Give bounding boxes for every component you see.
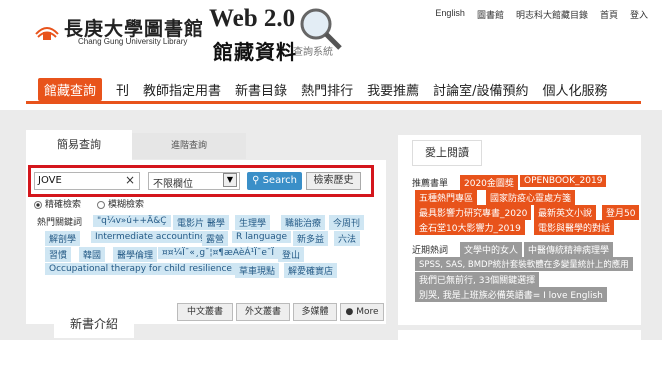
hot-tag[interactable]: 解愛確實店 — [284, 263, 338, 278]
chevron-down-icon[interactable]: ▼ — [223, 173, 237, 187]
recent-tag[interactable]: 中醫傳統精神病理學 — [524, 242, 614, 257]
hot-tag[interactable]: ¤¤¼Ï¯«¸g¯¦¤¶æAèÁ¹Ï¯e¯Ï — [158, 247, 279, 259]
recommend-tag[interactable]: 五種熱門專區 — [415, 190, 478, 205]
link-library[interactable]: 圖書館 — [477, 8, 504, 21]
hot-tag[interactable]: 習慣 — [45, 247, 72, 262]
search-icon: ⚲ — [252, 175, 260, 186]
link-mingchi-catalog[interactable]: 明志科大館藏目錄 — [516, 8, 588, 21]
reading-panel-bottom — [398, 330, 641, 342]
more-button[interactable]: ● More — [340, 303, 384, 321]
hot-tag[interactable]: Occupational therapy for children — [45, 263, 205, 275]
radio-on-icon — [34, 200, 42, 209]
recent-tag[interactable]: SPSS, SAS, BMDP統計套裝軟體在多變量統計上的應用 — [415, 257, 633, 271]
hot-tag[interactable]: 電影片 醫學 — [173, 215, 229, 230]
link-english[interactable]: English — [435, 8, 465, 21]
nav-item-new-books[interactable]: 新書目錄 — [235, 80, 287, 99]
link-home[interactable]: 首頁 — [600, 8, 618, 21]
chinese-books-button[interactable]: 中文叢書 — [177, 303, 233, 321]
hot-tag[interactable]: 解剖學 — [45, 231, 81, 246]
recent-tag[interactable]: 我們已無前行, 33個關鍵選擇 — [415, 272, 540, 287]
recent-tags: 文學中的女人 中醫傳統精神病理學 SPSS, SAS, BMDP統計套裝軟體在多… — [412, 242, 642, 304]
radio-off-icon — [97, 200, 106, 209]
hot-tag[interactable]: 草車現點 — [235, 263, 280, 278]
history-button[interactable]: 檢索歷史 — [306, 172, 361, 190]
magnifier-icon — [300, 8, 342, 50]
nav-item-catalog[interactable]: 館藏查詢 — [38, 78, 103, 101]
hot-tag[interactable]: 新多益 — [293, 231, 329, 246]
recommend-tags: 2020金圖獎 OPENBOOK_2019 五種熱門專區 國家防疫心靈處方箋 最… — [412, 175, 642, 235]
link-login[interactable]: 登入 — [630, 8, 648, 21]
recommend-tag[interactable]: OPENBOOK_2019 — [520, 175, 607, 187]
reading-title[interactable]: 愛上閱讀 — [412, 140, 482, 166]
recommend-tag[interactable]: 國家防疫心靈處方箋 — [486, 190, 576, 205]
multimedia-button[interactable]: 多媒體 — [293, 303, 337, 321]
search-button[interactable]: ⚲ Search — [247, 172, 302, 190]
web2-title: Web 2.0 — [209, 5, 296, 32]
hot-tag[interactable]: 今周刊 — [329, 215, 365, 230]
more-label: More — [356, 307, 379, 317]
nav-item-room-booking[interactable]: 討論室/設備預約 — [433, 80, 528, 99]
hot-tag[interactable]: R language — [232, 231, 292, 243]
clear-icon[interactable]: × — [125, 173, 135, 187]
hot-tag[interactable]: 登山 — [278, 247, 305, 262]
nav-item-recommend[interactable]: 我要推薦 — [367, 80, 419, 99]
library-subtitle: Chang Gung University Library — [78, 37, 188, 46]
hot-tag[interactable]: "q¼v»ú++Ä&Ç — [93, 215, 171, 227]
nav-item-popular[interactable]: 熱門排行 — [301, 80, 353, 99]
recommend-tag[interactable]: 最具影響力研究專書_2020 — [415, 205, 532, 220]
nav-item-course-reserves[interactable]: 教師指定用書 — [143, 80, 221, 99]
hot-tag[interactable]: 職能治療 — [281, 215, 326, 230]
tab-simple-search[interactable]: 簡易查詢 — [26, 130, 132, 160]
hot-tag[interactable]: 生理學 — [235, 215, 271, 230]
radio-fuzzy[interactable]: 模糊檢索 — [97, 197, 144, 210]
hot-tag[interactable]: resilience — [185, 263, 236, 275]
recent-tag[interactable]: 別哭, 我是上班族必備英語書= I love English — [415, 287, 607, 302]
recent-tag[interactable]: 文學中的女人 — [460, 242, 523, 257]
new-books-title[interactable]: 新書介紹 — [54, 308, 134, 338]
nav-item-periodicals[interactable]: 刊 — [116, 80, 129, 99]
recommend-tag[interactable]: 最新英文小說 — [534, 205, 597, 220]
search-button-label: Search — [262, 175, 297, 186]
hot-tag[interactable]: 韓國 — [79, 247, 106, 262]
recommend-tag[interactable]: 2020金圖獎 — [460, 175, 518, 190]
hot-tag[interactable]: 醫學倫理 — [113, 247, 158, 262]
nav-item-personal[interactable]: 個人化服務 — [542, 80, 607, 99]
radio-exact-label: 精確檢索 — [45, 200, 82, 210]
tab-advanced-search[interactable]: 進階查詢 — [132, 133, 246, 159]
radio-exact[interactable]: 精確檢索 — [34, 197, 81, 210]
recommend-tag[interactable]: 登月50 — [602, 205, 640, 220]
recommend-tag[interactable]: 金石堂10大影響力_2019 — [415, 220, 525, 235]
radio-fuzzy-label: 模糊檢索 — [108, 200, 145, 210]
hot-tag[interactable]: 六法 — [334, 231, 361, 246]
more-icon: ● — [345, 307, 354, 317]
hot-keywords-label: 熱門關鍵詞 — [37, 218, 83, 228]
top-links: English 圖書館 明志科大館藏目錄 首頁 登入 — [435, 8, 648, 21]
web2-subtitle: 館藏資料 — [213, 40, 297, 64]
hot-tag[interactable]: 露營 — [202, 231, 229, 246]
recommend-tag[interactable]: 電影與醫學的對話 — [534, 220, 615, 235]
nav-divider — [26, 101, 641, 104]
hot-tag[interactable]: Intermediate accounting — [91, 231, 210, 243]
library-logo-icon[interactable] — [34, 20, 60, 42]
main-nav: 館藏查詢 刊 教師指定用書 新書目錄 熱門排行 我要推薦 討論室/設備預約 個人… — [38, 78, 608, 101]
search-mode-radios: 精確檢索 模糊檢索 — [34, 197, 144, 210]
foreign-books-button[interactable]: 外文叢書 — [236, 303, 290, 321]
